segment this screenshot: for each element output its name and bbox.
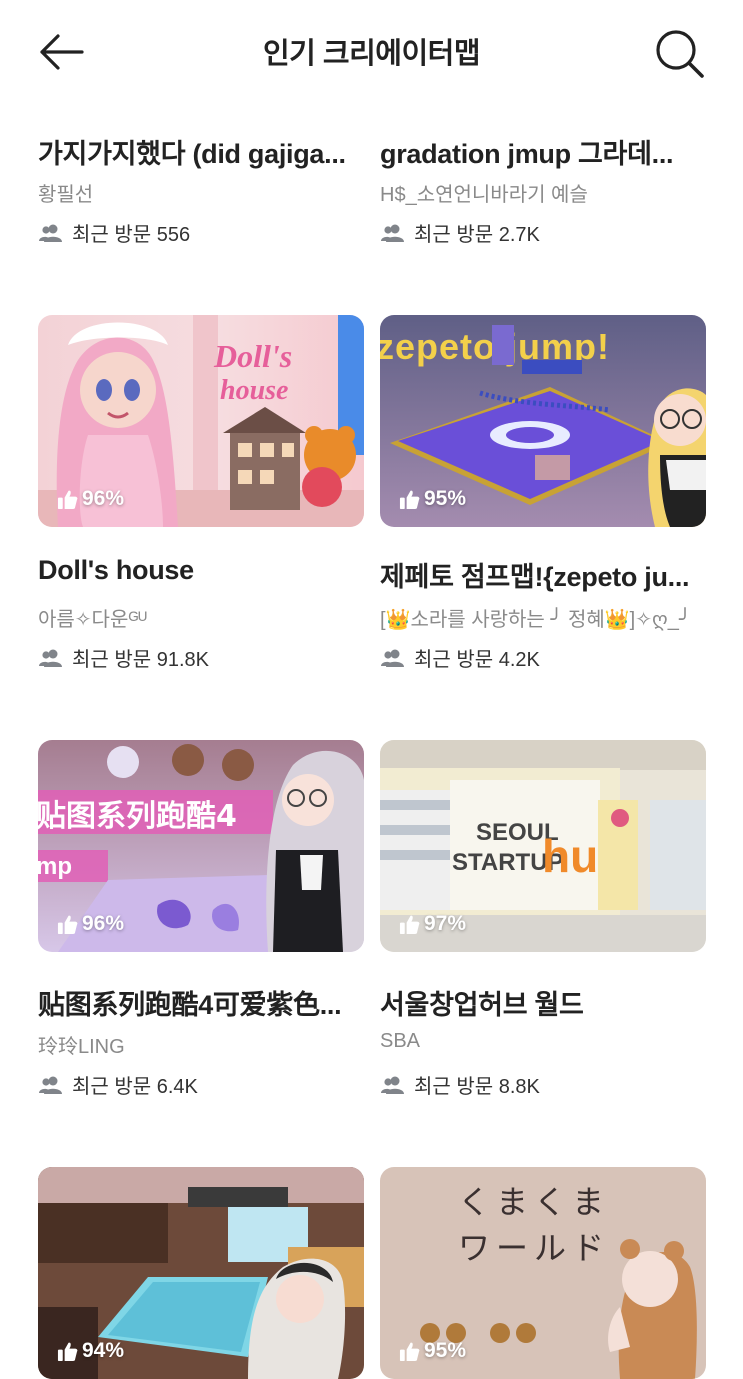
- map-name: 가지가지했다 (did gajiga...: [38, 139, 346, 169]
- like-rating: 97%: [399, 912, 466, 936]
- creator-name: H$_소연언니바라기 예슬: [380, 184, 588, 206]
- users-icon: [39, 649, 62, 667]
- users-icon: [39, 1076, 62, 1094]
- like-rating: 95%: [399, 1339, 466, 1363]
- creator-name: 황필선: [38, 184, 94, 206]
- map-card[interactable]: 가지가지했다 (did gajiga... 황필선 최근 방문 556: [38, 100, 364, 250]
- map-name: gradation jmup 그라데...: [380, 139, 674, 169]
- like-percent: 97%: [424, 912, 467, 935]
- users-icon: [39, 224, 62, 242]
- thumb-caption: Doll's: [213, 338, 292, 374]
- thumb-caption: mp: [38, 853, 72, 880]
- recent-visits: 최근 방문 91.8K: [38, 643, 209, 672]
- creator-name: 玲玲LING: [38, 1036, 125, 1058]
- search-button[interactable]: [652, 26, 706, 80]
- like-rating: 96%: [57, 912, 124, 936]
- recent-visits: 최근 방문 4.2K: [380, 643, 540, 672]
- map-card[interactable]: gradation jmup 그라데... H$_소연언니바라기 예슬 최근 방…: [380, 100, 706, 250]
- like-rating: 96%: [57, 487, 124, 511]
- users-icon: [381, 649, 404, 667]
- recent-visits-label: 최근 방문 4.2K: [414, 649, 540, 671]
- recent-visits: 최근 방문 556: [38, 218, 190, 247]
- thumb-caption: 贴图系列跑酷4: [38, 799, 237, 834]
- thumbs-up-icon: [57, 490, 78, 509]
- creator-name: [👑소라를 사랑하는 ╯ 정혜👑]✧ღ_╯: [380, 609, 691, 631]
- recent-visits-label: 최근 방문 2.7K: [414, 224, 540, 246]
- map-card[interactable]: 94%: [38, 1167, 364, 1379]
- map-card[interactable]: Doll's house 96% Doll's house 아름✧다운ᴳᵁ 최근…: [38, 315, 364, 675]
- thumbs-up-icon: [399, 1342, 420, 1361]
- map-name: 서울창업허브 월드: [380, 990, 584, 1020]
- map-thumbnail: くまくま ワールド 95%: [380, 1167, 706, 1379]
- page-title: 인기 크리에이터맵: [263, 38, 481, 70]
- map-name: 贴图系列跑酷4可爱紫色...: [38, 990, 342, 1020]
- like-percent: 95%: [424, 1339, 467, 1362]
- thumb-caption: house: [220, 375, 288, 406]
- map-card[interactable]: zepeto jump! 95% 제페토 점프맵!{zepeto ju... […: [380, 315, 706, 675]
- users-icon: [381, 1076, 404, 1094]
- like-rating: 95%: [399, 487, 466, 511]
- search-icon: [656, 30, 704, 78]
- recent-visits: 최근 방문 8.8K: [380, 1070, 540, 1099]
- map-name: 제페토 점프맵!{zepeto ju...: [380, 562, 690, 592]
- top-bar: 인기 크리에이터맵: [0, 0, 743, 100]
- like-percent: 95%: [424, 487, 467, 510]
- thumbs-up-icon: [57, 915, 78, 934]
- map-card[interactable]: くまくま ワールド 95%: [380, 1167, 706, 1379]
- recent-visits-label: 최근 방문 556: [72, 224, 191, 246]
- users-icon: [381, 224, 404, 242]
- like-percent: 96%: [82, 912, 125, 935]
- creator-name: 아름✧다운ᴳᵁ: [38, 609, 147, 631]
- map-name: Doll's house: [38, 555, 194, 585]
- thumb-caption: ワールド: [458, 1229, 610, 1267]
- map-card[interactable]: SEOUL STARTUP hub 97% 서울창업허브 월드 SBA 최근 방…: [380, 740, 706, 1100]
- recent-visits-label: 최근 방문 8.8K: [414, 1076, 540, 1098]
- recent-visits: 최근 방문 6.4K: [38, 1070, 198, 1099]
- recent-visits-label: 최근 방문 91.8K: [72, 649, 209, 671]
- thumb-caption: くまくま: [458, 1183, 610, 1221]
- creator-name: SBA: [380, 1030, 421, 1052]
- map-thumbnail: SEOUL STARTUP hub 97%: [380, 740, 706, 952]
- thumbs-up-icon: [57, 1342, 78, 1361]
- map-thumbnail: zepeto jump! 95%: [380, 315, 706, 527]
- thumbs-up-icon: [399, 490, 420, 509]
- like-percent: 96%: [82, 487, 125, 510]
- map-card[interactable]: 贴图系列跑酷4 mp 96% 贴图系列跑酷4可爱紫色... 玲玲LING 최근 …: [38, 740, 364, 1100]
- like-percent: 94%: [82, 1339, 125, 1362]
- recent-visits-label: 최근 방문 6.4K: [72, 1076, 198, 1098]
- map-thumbnail: 94%: [38, 1167, 364, 1379]
- map-thumbnail: 贴图系列跑酷4 mp 96%: [38, 740, 364, 952]
- like-rating: 94%: [57, 1339, 124, 1363]
- map-thumbnail: Doll's house 96%: [38, 315, 364, 527]
- thumbs-up-icon: [399, 915, 420, 934]
- recent-visits: 최근 방문 2.7K: [380, 218, 540, 247]
